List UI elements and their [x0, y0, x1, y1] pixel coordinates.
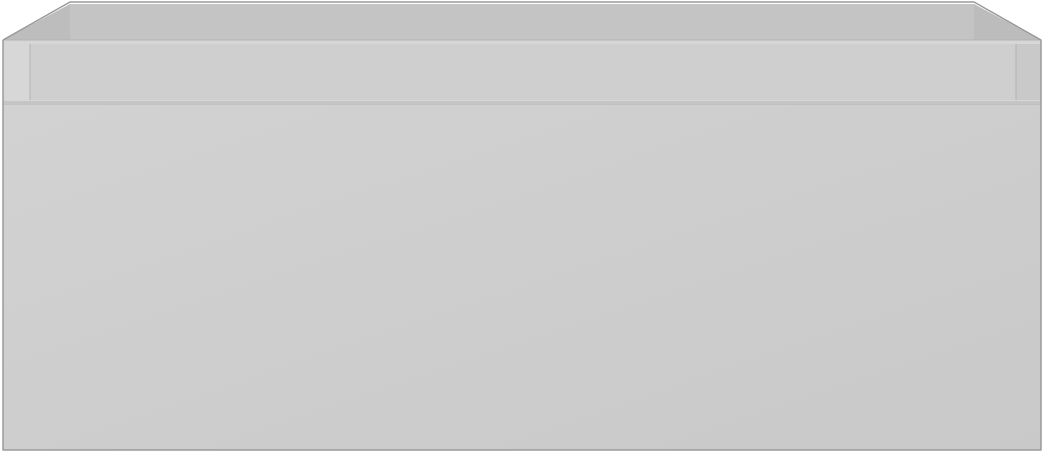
drawer-left-rim-block — [3, 44, 30, 100]
drawer-inner-ledge — [30, 44, 1016, 100]
drawer-inner-back — [70, 4, 974, 40]
drawer-right-rim-block — [1016, 44, 1041, 100]
drawer-svg — [2, 1, 1042, 451]
drawer-illustration — [0, 0, 1044, 453]
drawer-front-panel — [3, 104, 1041, 450]
